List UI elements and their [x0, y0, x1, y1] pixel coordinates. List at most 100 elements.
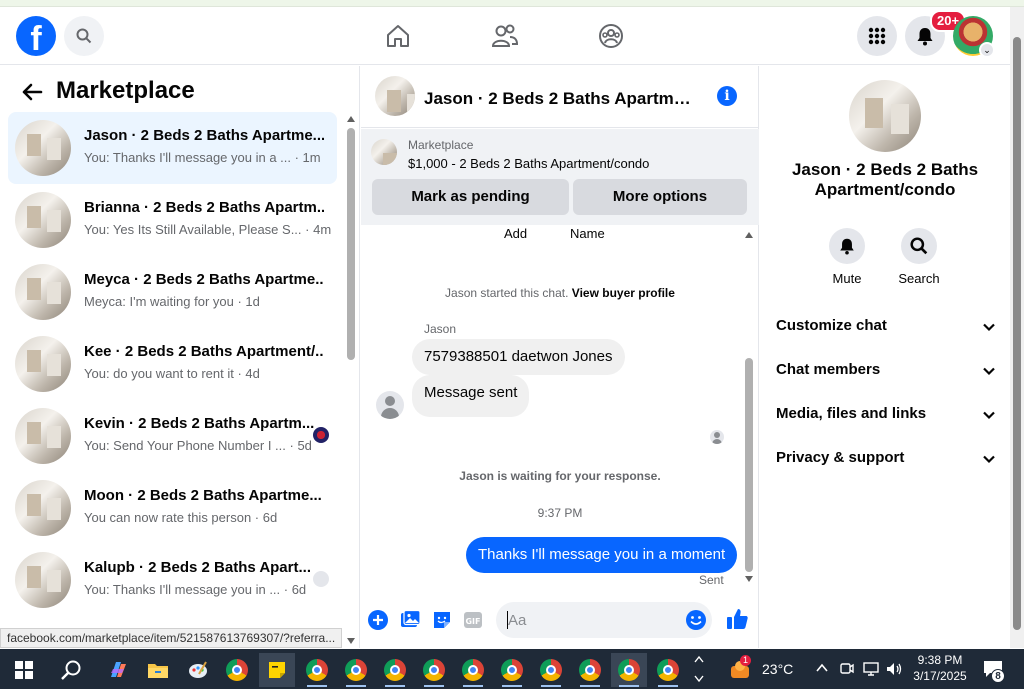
facebook-logo-icon[interactable]: f: [16, 16, 56, 56]
search-in-chat-button[interactable]: [901, 228, 937, 264]
sender-name: Jason: [424, 322, 457, 336]
meet-now-icon[interactable]: [840, 661, 854, 677]
mute-button[interactable]: [829, 228, 865, 264]
conversation-item[interactable]: Moon · 2 Beds 2 Baths Apartme... You can…: [8, 472, 337, 544]
incoming-message[interactable]: Message sent: [412, 375, 530, 417]
chat-scrollbar-thumb[interactable]: [745, 358, 753, 572]
menu-grid-button[interactable]: [857, 16, 897, 56]
chat-title[interactable]: Jason · 2 Beds 2 Baths Apartment/condo: [424, 89, 699, 109]
clock-time: 9:38 PM: [917, 653, 963, 667]
seen-avatar: [313, 427, 329, 443]
conversation-item[interactable]: Kee · 2 Beds 2 Baths Apartment/... You: …: [8, 328, 337, 400]
chrome-gmail-app[interactable]: [219, 653, 255, 687]
conversation-item[interactable]: Meyca · 2 Beds 2 Baths Apartme... Meyca:…: [8, 256, 337, 328]
network-icon[interactable]: [862, 661, 880, 677]
groups-icon[interactable]: [596, 21, 626, 51]
conversation-list-scrollbar[interactable]: [345, 116, 357, 648]
volume-icon[interactable]: [885, 661, 903, 677]
customize-chat-section[interactable]: Customize chat: [776, 317, 996, 341]
chrome-window[interactable]: [650, 653, 686, 687]
search-label: Search: [898, 271, 940, 286]
conversation-item[interactable]: Kalupb · 2 Beds 2 Baths Apart... You: Th…: [8, 544, 337, 616]
marketplace-listing-card: Marketplace $1,000 - 2 Beds 2 Baths Apar…: [361, 129, 759, 225]
chevron-down-icon: [983, 455, 995, 464]
paint-app[interactable]: [180, 653, 216, 687]
search-action[interactable]: Search: [889, 228, 949, 286]
scroll-up-arrow-icon[interactable]: [745, 232, 753, 238]
account-chevron-icon[interactable]: ⌄: [979, 42, 995, 58]
conversation-list-scrollbar-thumb[interactable]: [347, 128, 355, 360]
status-bar-url: facebook.com/marketplace/item/5215876137…: [0, 628, 343, 648]
info-icon[interactable]: i: [717, 86, 737, 106]
add-label[interactable]: Add: [504, 226, 527, 241]
media-files-links-section[interactable]: Media, files and links: [776, 405, 996, 429]
more-options-button[interactable]: More options: [573, 179, 747, 215]
chrome-window[interactable]: [338, 653, 374, 687]
scroll-up-arrow-icon[interactable]: [347, 116, 355, 122]
listing-thumbnail: [15, 336, 71, 392]
sticker-icon[interactable]: [431, 609, 453, 631]
start-button[interactable]: [6, 653, 42, 687]
chrome-window[interactable]: [572, 653, 608, 687]
taskbar-scroll-arrows-icon[interactable]: [694, 654, 704, 684]
page-title: Marketplace: [56, 77, 195, 104]
chat-info-title-line1: Jason · 2 Beds 2 Baths: [791, 160, 979, 179]
outgoing-message[interactable]: Thanks I'll message you in a moment: [466, 537, 738, 573]
listing-price-title[interactable]: $1,000 - 2 Beds 2 Baths Apartment/condo: [408, 156, 649, 171]
listing-thumbnail: [15, 120, 71, 176]
search-button[interactable]: [64, 16, 104, 56]
section-label: Chat members: [776, 361, 881, 378]
chat-scrollbar[interactable]: [743, 228, 755, 586]
scroll-down-arrow-icon[interactable]: [347, 638, 355, 644]
temperature[interactable]: 23°C: [762, 661, 793, 677]
name-label[interactable]: Name: [570, 226, 605, 241]
chrome-window[interactable]: [533, 653, 569, 687]
home-icon[interactable]: [383, 21, 413, 51]
search-icon: [76, 28, 92, 44]
browser-scrollbar[interactable]: [1010, 7, 1024, 648]
plus-icon[interactable]: [367, 609, 389, 631]
scroll-down-arrow-icon[interactable]: [745, 576, 753, 582]
chat-members-section[interactable]: Chat members: [776, 361, 996, 385]
listing-photo[interactable]: [849, 80, 921, 152]
mark-as-pending-button[interactable]: Mark as pending: [372, 179, 569, 215]
chrome-window[interactable]: [299, 653, 335, 687]
message-input[interactable]: Aa: [496, 602, 712, 638]
file-explorer-app[interactable]: [140, 653, 176, 687]
sticky-notes-app[interactable]: [259, 653, 295, 687]
clock[interactable]: 9:38 PM 3/17/2025: [910, 652, 970, 684]
chat-panel: Jason · 2 Beds 2 Baths Apartment/condo i…: [361, 66, 759, 648]
taskbar-search-button[interactable]: [53, 653, 89, 687]
conversation-preview: Meyca: I'm waiting for you · 1d: [84, 294, 260, 309]
conversation-item[interactable]: Kevin · 2 Beds 2 Baths Apartm... You: Se…: [8, 400, 337, 472]
privacy-support-section[interactable]: Privacy & support: [776, 449, 996, 473]
incoming-message[interactable]: 7579388501 daetwon Jones: [412, 339, 625, 375]
chrome-window[interactable]: [455, 653, 491, 687]
friends-icon[interactable]: [490, 21, 520, 51]
chrome-window[interactable]: [494, 653, 530, 687]
conversation-name: Moon · 2 Beds 2 Baths Apartme...: [84, 487, 322, 504]
conversation-item[interactable]: Jason · 2 Beds 2 Baths Apartme... You: T…: [8, 112, 337, 184]
chat-listing-thumbnail[interactable]: [375, 76, 415, 116]
gif-icon[interactable]: GIF: [462, 609, 484, 631]
tray-overflow-chevron-icon[interactable]: [816, 663, 828, 673]
emoji-icon[interactable]: [685, 609, 707, 631]
paint-palette-icon: [189, 661, 207, 678]
conversation-name: Kalupb · 2 Beds 2 Baths Apart...: [84, 559, 311, 576]
view-buyer-profile-link[interactable]: View buyer profile: [572, 286, 675, 300]
conversation-item[interactable]: Brianna · 2 Beds 2 Baths Apartm... You: …: [8, 184, 337, 256]
browser-scrollbar-thumb[interactable]: [1013, 37, 1021, 630]
chrome-window[interactable]: [377, 653, 413, 687]
chrome-window[interactable]: [416, 653, 452, 687]
folder-icon: [148, 664, 168, 678]
thumbs-up-icon[interactable]: [725, 607, 749, 631]
copilot-app[interactable]: [100, 653, 136, 687]
windows-logo-icon: [15, 661, 33, 679]
photo-icon[interactable]: [399, 609, 421, 631]
mute-action[interactable]: Mute: [817, 228, 877, 286]
back-arrow-icon[interactable]: [20, 80, 44, 104]
bell-icon: [840, 238, 854, 255]
sender-avatar[interactable]: [376, 391, 404, 419]
listing-thumbnail[interactable]: [371, 139, 397, 165]
chrome-window-focused[interactable]: [611, 653, 647, 687]
